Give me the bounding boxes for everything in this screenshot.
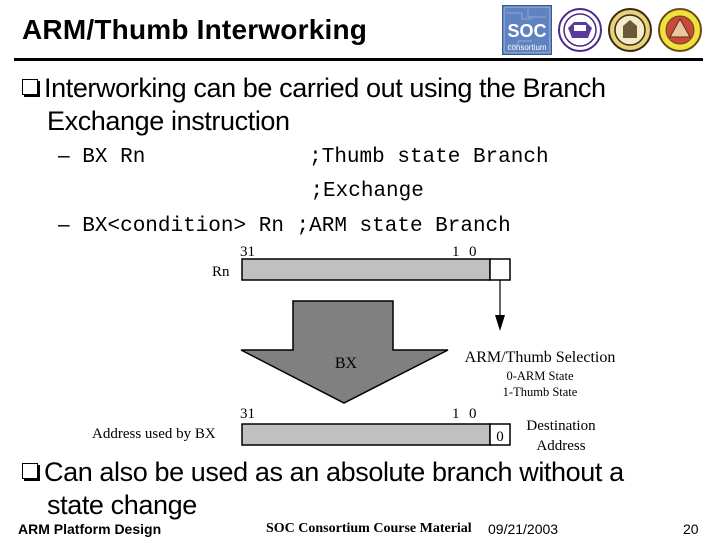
bx-block-arrow-icon bbox=[240, 300, 449, 404]
bullet-absolute-branch: Can also be used as an absolute branch w… bbox=[22, 456, 702, 522]
bx-arrow-label: BX bbox=[335, 355, 358, 372]
bullet-text-line1: Can also be used as an absolute branch w… bbox=[44, 457, 624, 487]
selection-arm-state: 0-ARM State bbox=[506, 369, 573, 383]
bottom-bit-0-label: 0 bbox=[469, 406, 477, 422]
bullet-text-line2: state change bbox=[47, 490, 197, 520]
rn-bits-31-1 bbox=[241, 258, 491, 281]
top-bit-1-label: 1 bbox=[452, 244, 460, 260]
selection-thumb-state: 1-Thumb State bbox=[503, 385, 578, 399]
footer-page-number: 20 bbox=[683, 521, 699, 537]
destination-label-line1: Destination bbox=[526, 418, 596, 434]
top-bit-0-label: 0 bbox=[469, 244, 477, 260]
top-bit-31-label: 31 bbox=[240, 244, 255, 260]
address-bit-0-value: 0 bbox=[496, 429, 504, 445]
rn-label: Rn bbox=[212, 264, 230, 280]
destination-label-line2: Address bbox=[536, 438, 585, 454]
checkbox-bullet-icon bbox=[22, 463, 38, 479]
rn-bit-0-cell bbox=[489, 258, 511, 281]
selection-arrow-head-icon bbox=[495, 315, 505, 331]
footer-date: 09/21/2003 bbox=[488, 521, 559, 537]
footer-course-name: ARM Platform Design bbox=[18, 521, 162, 537]
footer-material: SOC Consortium Course Material bbox=[266, 521, 472, 536]
address-bits-31-1 bbox=[241, 423, 491, 446]
address-used-by-bx-label: Address used by BX bbox=[92, 426, 216, 442]
bottom-bit-1-label: 1 bbox=[452, 406, 460, 422]
bottom-bit-31-label: 31 bbox=[240, 406, 255, 422]
selection-title: ARM/Thumb Selection bbox=[465, 349, 616, 366]
